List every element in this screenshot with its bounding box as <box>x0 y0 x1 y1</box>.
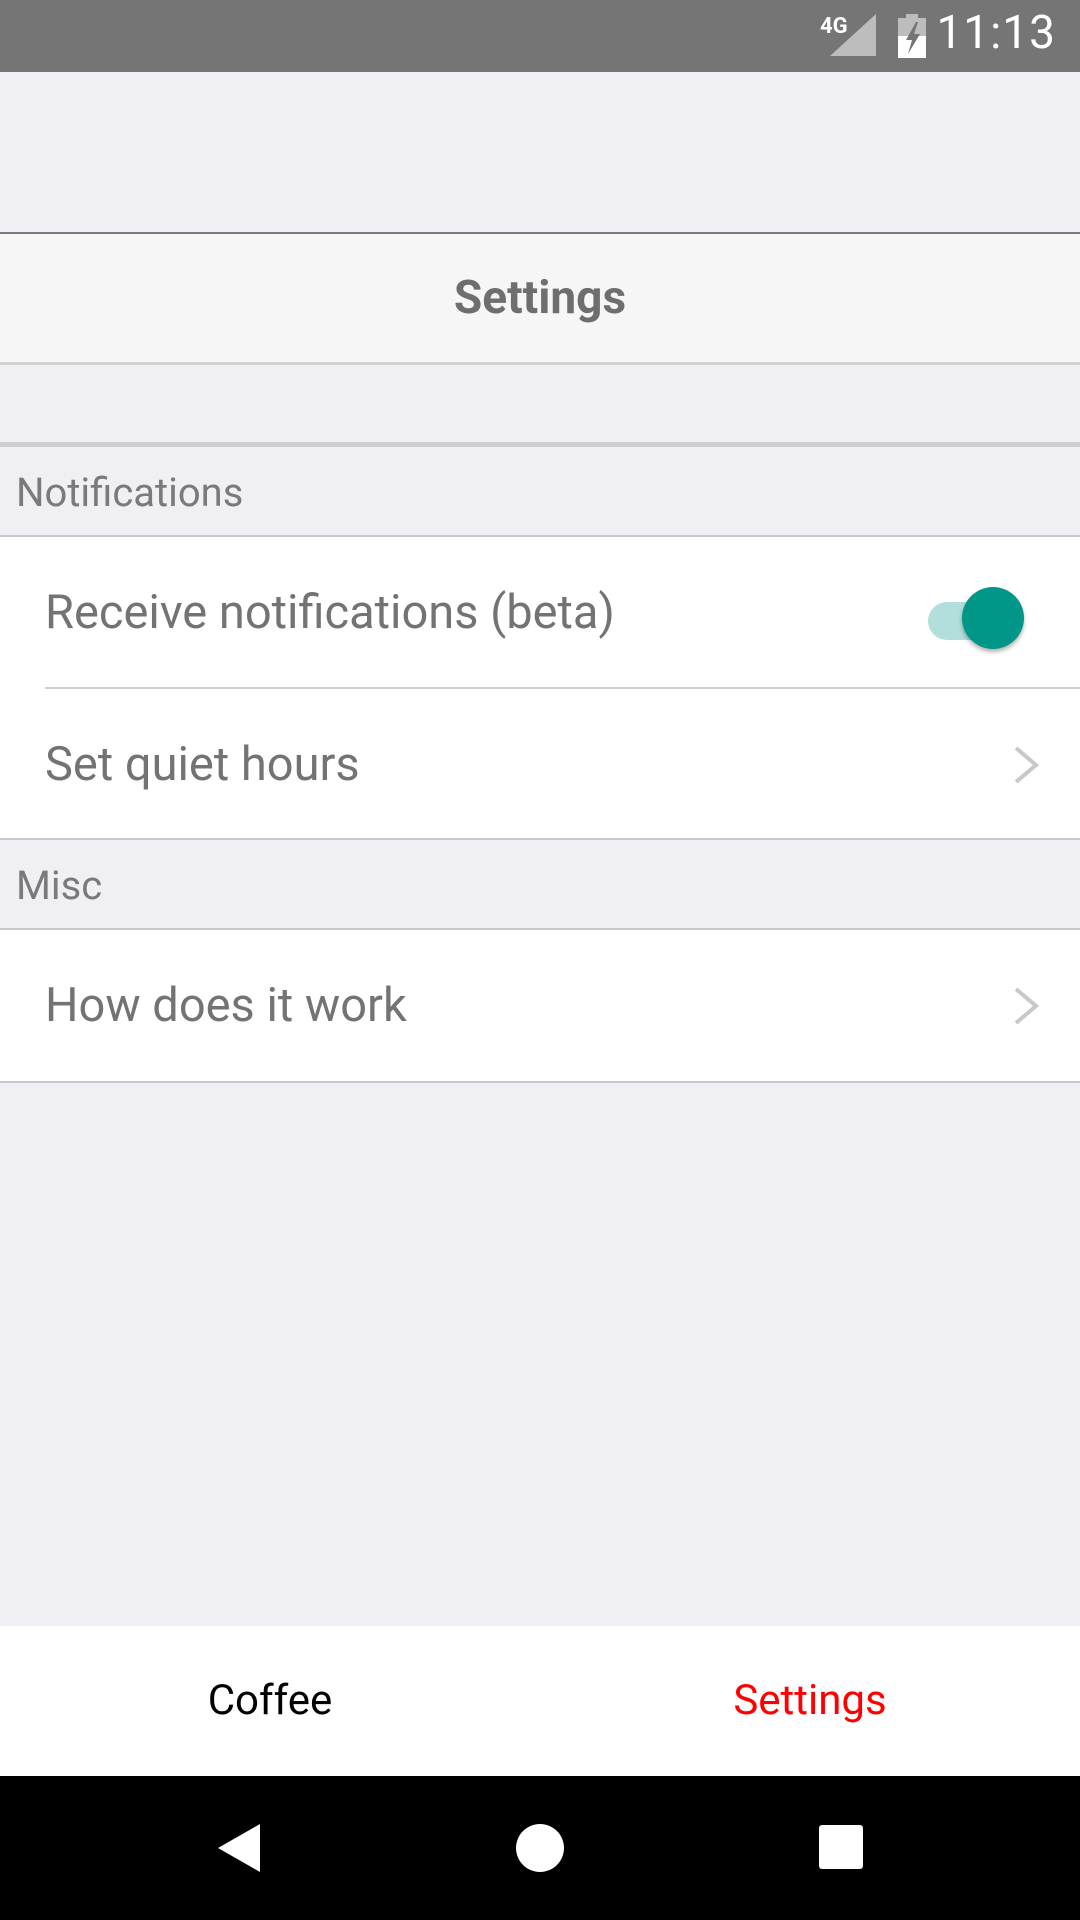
how-does-it-work-label: How does it work <box>45 978 407 1033</box>
toggle-thumb <box>962 587 1024 649</box>
navigation-bar: Settings <box>0 234 1080 365</box>
recents-icon[interactable] <box>818 1822 864 1874</box>
receive-notifications-toggle[interactable] <box>928 585 1028 655</box>
set-quiet-hours-label: Set quiet hours <box>45 737 360 792</box>
section-title-notifications: Notifications <box>16 469 244 516</box>
system-nav-bar <box>0 1776 1080 1920</box>
clock: 11:13 <box>936 6 1056 60</box>
home-icon[interactable] <box>516 1822 564 1874</box>
back-icon[interactable] <box>216 1822 262 1874</box>
signal-icon <box>830 14 876 56</box>
tab-bar: Coffee Settings <box>0 1626 1080 1776</box>
section-header-misc: Misc <box>0 840 1080 930</box>
section-title-misc: Misc <box>16 862 103 909</box>
set-quiet-hours-row[interactable]: Set quiet hours <box>0 689 1080 840</box>
how-does-it-work-row[interactable]: How does it work <box>0 930 1080 1083</box>
app-screen: 4G 11:13 Settings Notifications Receive … <box>0 0 1080 1920</box>
chevron-right-icon <box>1014 746 1040 784</box>
receive-notifications-row[interactable]: Receive notifications (beta) <box>0 537 1080 689</box>
header-spacer <box>0 72 1080 234</box>
section-header-notifications: Notifications <box>0 447 1080 537</box>
section-spacer <box>0 365 1080 447</box>
page-title: Settings <box>453 271 627 325</box>
tab-coffee[interactable]: Coffee <box>0 1626 540 1776</box>
receive-notifications-label: Receive notifications (beta) <box>45 585 615 640</box>
chevron-right-icon <box>1014 987 1040 1025</box>
row-divider <box>0 1081 1080 1083</box>
status-bar: 4G 11:13 <box>0 0 1080 72</box>
battery-charging-icon <box>898 14 926 58</box>
tab-settings[interactable]: Settings <box>540 1626 1080 1776</box>
